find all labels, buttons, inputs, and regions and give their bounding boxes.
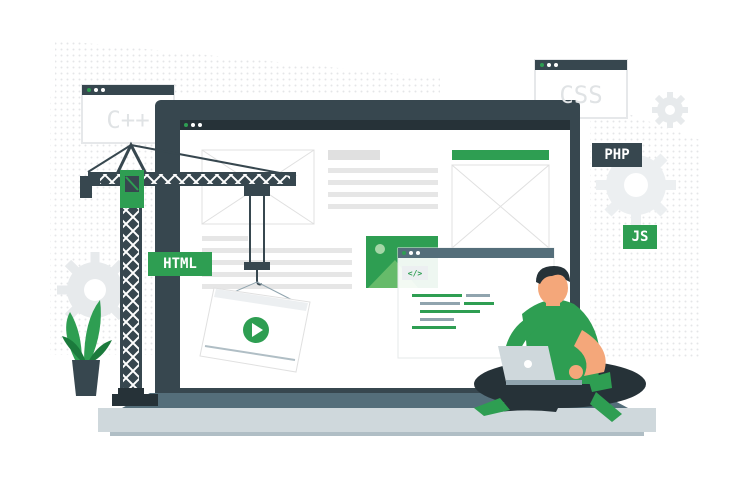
gear-icon — [652, 92, 688, 128]
code-tag-icon: </> — [407, 268, 423, 278]
illustration-scene: C++ CSS PHP HTML JS </> — [0, 0, 750, 500]
css-label: CSS — [559, 81, 603, 109]
html-badge: HTML — [148, 252, 212, 276]
php-badge: PHP — [592, 143, 642, 167]
js-badge: JS — [623, 225, 657, 249]
cpp-label: C++ — [106, 106, 150, 134]
